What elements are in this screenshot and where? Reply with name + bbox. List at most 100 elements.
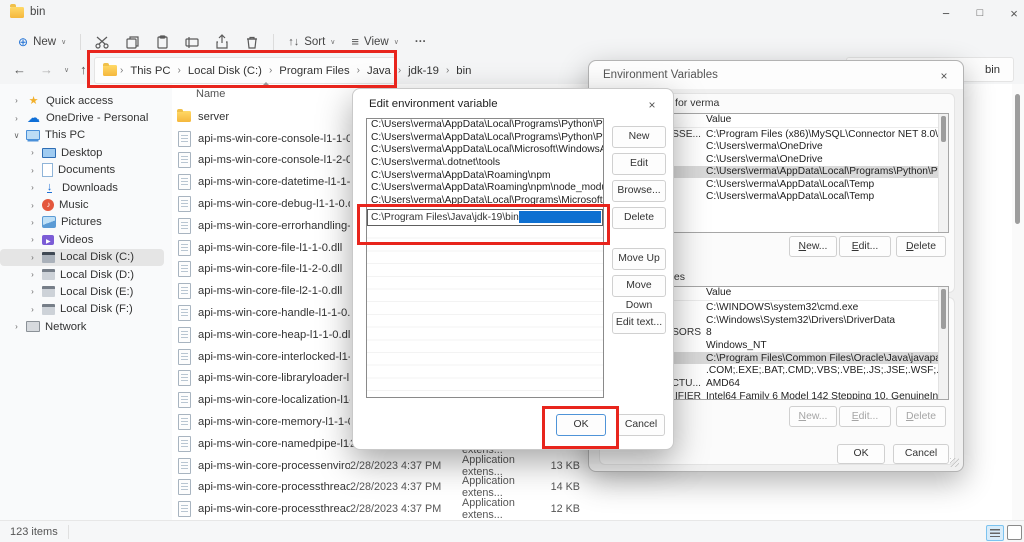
chevron-down-icon: ∨ [330, 38, 335, 46]
expand-chevron-icon[interactable]: › [28, 201, 37, 210]
expand-chevron-icon[interactable]: › [28, 253, 37, 262]
value-column-header[interactable]: Value [706, 287, 948, 300]
path-item[interactable]: C:\Users\verma\AppData\Roaming\npm\node_… [367, 182, 603, 195]
env-cancel-button[interactable]: Cancel [893, 444, 949, 464]
maximize-button[interactable]: □ [962, 0, 998, 26]
sidebar-item[interactable]: › Documents [0, 162, 164, 179]
env-ok-button[interactable]: OK [837, 444, 885, 464]
sidebar-item[interactable]: › Local Disk (F:) [0, 301, 164, 318]
sidebar-item[interactable]: › OneDrive - Personal [0, 109, 164, 126]
table-scrollbar[interactable] [938, 287, 948, 399]
file-row[interactable]: api-ms-win-core-processthreads-l1-1-0.dl… [172, 477, 1024, 499]
sidebar-item[interactable]: › Local Disk (D:) [0, 266, 164, 283]
sidebar-item[interactable]: › Local Disk (C:) [0, 249, 164, 266]
variable-value-cell: C:\Program Files (x86)\MySQL\Connector N… [706, 129, 948, 140]
sidebar-item[interactable]: › Desktop [0, 144, 164, 161]
table-scrollbar[interactable] [938, 114, 948, 232]
move-up-button[interactable]: Move Up [612, 248, 666, 270]
expand-chevron-icon[interactable]: › [28, 305, 37, 314]
scrollbar-thumb[interactable] [941, 116, 946, 142]
up-button[interactable]: ↑ [73, 60, 94, 79]
new-button[interactable]: ⊕ New ∨ [10, 32, 74, 52]
breadcrumb-segment[interactable]: This PC [126, 63, 174, 79]
path-item[interactable]: C:\Users\verma\AppData\Roaming\npm [367, 170, 603, 183]
expand-chevron-icon[interactable]: ∨ [12, 131, 21, 140]
expand-chevron-icon[interactable]: › [28, 218, 37, 227]
more-options-button[interactable]: ··· [407, 33, 435, 51]
system-delete-button[interactable]: Delete [896, 406, 946, 427]
user-delete-button[interactable]: Delete [896, 236, 946, 257]
path-item[interactable]: C:\Users\verma\.dotnet\tools [367, 157, 603, 170]
sidebar-item[interactable]: › Network [0, 318, 164, 335]
system-new-button[interactable]: New... [789, 406, 837, 427]
paste-button[interactable] [147, 31, 177, 53]
rename-button[interactable] [177, 31, 207, 53]
cut-button[interactable] [87, 31, 117, 53]
breadcrumb-segment[interactable]: Java [363, 63, 395, 79]
large-icons-view-button[interactable] [1007, 525, 1022, 540]
delete-path-button[interactable]: Delete [612, 207, 666, 229]
breadcrumb-segment[interactable]: jdk-19 [404, 63, 443, 79]
close-button[interactable]: × [996, 0, 1024, 26]
sidebar-item[interactable]: › Quick access [0, 92, 164, 109]
delete-button[interactable] [237, 31, 267, 53]
edit-cancel-button[interactable]: Cancel [617, 414, 665, 436]
path-item[interactable]: C:\Users\verma\AppData\Local\Programs\Py… [367, 132, 603, 145]
share-button[interactable] [207, 31, 237, 53]
expand-chevron-icon[interactable]: › [28, 235, 37, 244]
expand-chevron-icon[interactable]: › [28, 166, 37, 175]
new-path-button[interactable]: New [612, 126, 666, 148]
expand-chevron-icon[interactable]: › [28, 287, 37, 296]
user-edit-button[interactable]: Edit... [839, 236, 891, 257]
expand-chevron-icon[interactable]: › [28, 183, 37, 192]
scrollbar-thumb[interactable] [941, 289, 946, 329]
expand-chevron-icon[interactable]: › [12, 114, 21, 123]
history-chevron-icon[interactable]: ∨ [60, 66, 73, 74]
file-list-scrollbar[interactable] [1012, 84, 1024, 520]
column-header-name[interactable]: Name [196, 88, 225, 100]
browse-button[interactable]: Browse... [612, 180, 666, 202]
scrollbar-thumb[interactable] [1015, 94, 1020, 224]
path-item[interactable]: C:\Users\verma\AppData\Local\Programs\Mi… [367, 195, 603, 208]
sidebar-item[interactable]: › Local Disk (E:) [0, 283, 164, 300]
sidebar-item[interactable]: › Videos [0, 231, 164, 248]
minimize-button[interactable]: − [928, 0, 964, 26]
chevron-right-icon: › [119, 65, 124, 76]
path-item[interactable]: C:\Users\verma\AppData\Local\Programs\Py… [367, 119, 603, 132]
edit-path-button[interactable]: Edit [612, 153, 666, 175]
sidebar-item[interactable]: › Pictures [0, 214, 164, 231]
sidebar-item[interactable]: ∨ This PC [0, 127, 164, 144]
chevron-right-icon: › [397, 65, 402, 76]
forward-button[interactable]: → [33, 60, 60, 79]
details-view-button[interactable] [986, 525, 1004, 541]
back-button[interactable]: ← [6, 60, 33, 79]
path-list[interactable]: C:\Users\verma\AppData\Local\Programs\Py… [366, 118, 604, 398]
expand-chevron-icon[interactable]: › [28, 270, 37, 279]
window-tab[interactable]: bin [10, 6, 45, 18]
sidebar-item[interactable]: › Downloads [0, 179, 164, 196]
breadcrumb-segment[interactable]: bin [452, 63, 475, 79]
command-toolbar: ⊕ New ∨ ↑↓ Sort ∨ ≡ View [0, 28, 1024, 55]
file-icon [176, 283, 192, 299]
expand-chevron-icon[interactable]: › [12, 322, 21, 331]
sidebar-item[interactable]: › Music [0, 196, 164, 213]
close-icon[interactable]: × [935, 67, 953, 85]
edit-text-button[interactable]: Edit text... [612, 312, 666, 334]
system-edit-button[interactable]: Edit... [839, 406, 891, 427]
breadcrumb-segment[interactable]: Local Disk (C:) [184, 63, 266, 79]
file-name: api-ms-win-core-console-l1-1-0.dll [198, 133, 350, 145]
expand-chevron-icon[interactable]: › [12, 96, 21, 105]
copy-button[interactable] [117, 31, 147, 53]
view-button[interactable]: ≡ View ∨ [343, 31, 406, 52]
value-column-header[interactable]: Value [706, 114, 948, 127]
file-row[interactable]: api-ms-win-core-processthreads-l1-1-1.dl… [172, 498, 1024, 520]
path-edit-row[interactable]: C:\Program Files\Java\jdk-19\bin [367, 209, 603, 226]
edit-ok-button[interactable]: OK [556, 414, 606, 436]
path-item[interactable]: C:\Users\verma\AppData\Local\Microsoft\W… [367, 144, 603, 157]
expand-chevron-icon[interactable]: › [28, 148, 37, 157]
close-icon[interactable]: × [643, 96, 661, 114]
sort-button[interactable]: ↑↓ Sort ∨ [280, 33, 343, 51]
move-down-button[interactable]: Move Down [612, 275, 666, 297]
user-new-button[interactable]: New... [789, 236, 837, 257]
breadcrumb-segment[interactable]: Program Files [275, 63, 353, 79]
